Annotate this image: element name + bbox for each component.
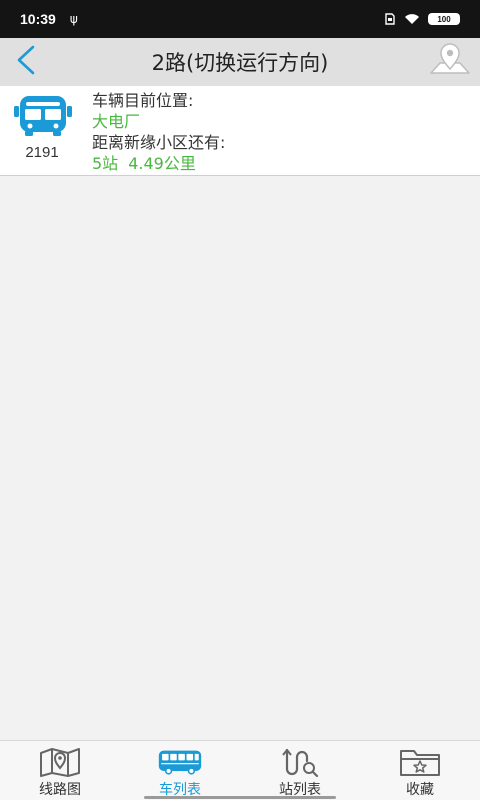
back-button[interactable] xyxy=(6,42,46,82)
vehicle-list-item[interactable]: 2191 车辆目前位置: 大电厂 距离新缘小区还有: 5站 4.49公里 xyxy=(0,86,480,176)
distance-km: 4.49公里 xyxy=(128,154,196,173)
app-header: 2路(切换运行方向) xyxy=(0,38,480,86)
map-pin-icon xyxy=(429,42,471,82)
nav-favorites[interactable]: 收藏 xyxy=(360,741,480,800)
stops-count: 5站 xyxy=(92,154,119,173)
status-left: 10:39 ψ xyxy=(20,11,78,27)
status-right: 100 xyxy=(384,10,460,29)
home-indicator[interactable] xyxy=(144,796,336,799)
vehicle-info: 车辆目前位置: 大电厂 距离新缘小区还有: 5站 4.49公里 xyxy=(92,90,225,174)
nav-label-favorites: 收藏 xyxy=(406,782,434,798)
bus-icon xyxy=(158,747,202,777)
favorite-folder-icon xyxy=(398,747,442,777)
nav-station-list[interactable]: 站列表 xyxy=(240,741,360,800)
station-search-icon xyxy=(278,747,322,777)
nav-bus-list[interactable]: 车列表 xyxy=(120,741,240,800)
status-bar: 10:39 ψ 100 xyxy=(0,0,480,38)
status-time: 10:39 xyxy=(20,11,56,27)
position-value: 大电厂 xyxy=(92,112,141,131)
route-map-icon xyxy=(38,747,82,777)
nav-route-map[interactable]: 线路图 xyxy=(0,741,120,800)
usb-icon: ψ xyxy=(69,12,78,26)
chevron-left-icon xyxy=(14,44,38,80)
wifi-icon xyxy=(404,10,420,29)
vehicle-list-area xyxy=(0,176,480,740)
page-title[interactable]: 2路(切换运行方向) xyxy=(152,47,329,77)
bus-icon xyxy=(14,96,72,136)
position-label: 车辆目前位置: xyxy=(92,91,194,110)
bus-number: 2191 xyxy=(25,144,59,161)
distance-label: 距离新缘小区还有: xyxy=(92,133,226,152)
map-location-button[interactable] xyxy=(428,40,472,84)
battery-icon: 100 xyxy=(428,13,460,25)
bottom-nav: 线路图 车列表 站列表 收藏 xyxy=(0,740,480,800)
distance-value: 5站 4.49公里 xyxy=(92,153,225,174)
sd-card-icon xyxy=(384,10,396,29)
nav-label-route-map: 线路图 xyxy=(39,782,81,798)
